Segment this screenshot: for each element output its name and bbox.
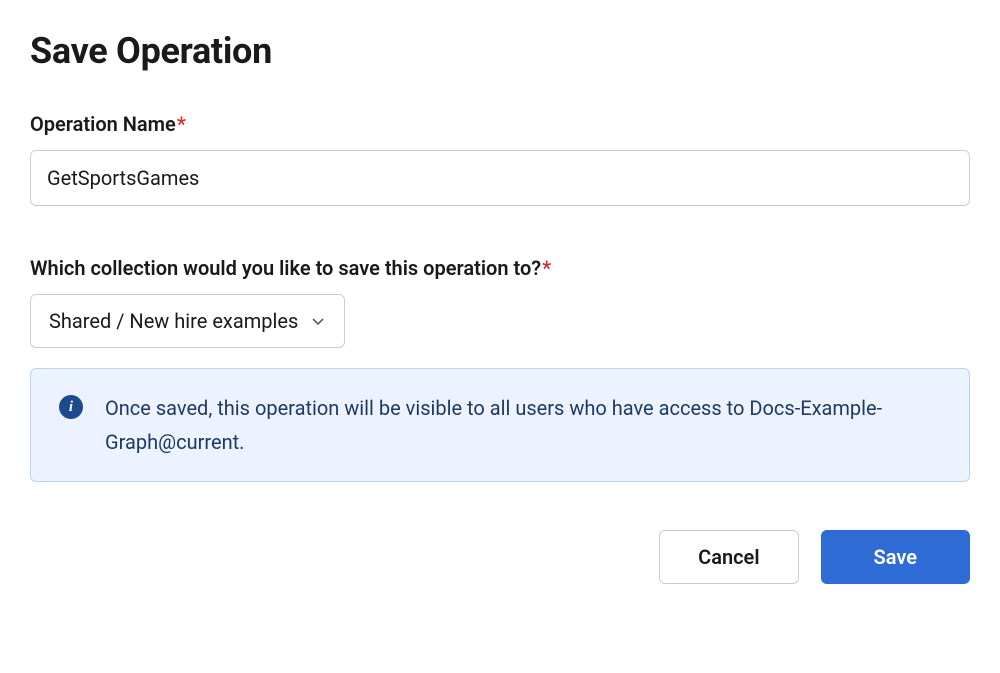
page-title: Save Operation	[30, 30, 970, 72]
operation-name-input[interactable]	[30, 150, 970, 206]
operation-name-label-text: Operation Name	[30, 112, 176, 136]
collection-selected-value: Shared / New hire examples	[49, 309, 298, 333]
info-banner: i Once saved, this operation will be vis…	[30, 368, 970, 482]
required-star-icon: *	[177, 112, 186, 136]
collection-label-text: Which collection would you like to save …	[30, 256, 541, 280]
collection-field-group: Which collection would you like to save …	[30, 256, 970, 482]
collection-label: Which collection would you like to save …	[30, 256, 970, 280]
button-row: Cancel Save	[30, 530, 970, 584]
info-banner-text: Once saved, this operation will be visib…	[105, 391, 941, 459]
operation-name-label: Operation Name*	[30, 112, 970, 136]
save-button[interactable]: Save	[821, 530, 970, 584]
cancel-button[interactable]: Cancel	[659, 530, 798, 584]
required-star-icon: *	[542, 256, 551, 280]
collection-select[interactable]: Shared / New hire examples	[30, 294, 345, 348]
chevron-down-icon	[310, 313, 326, 329]
info-icon: i	[59, 395, 83, 419]
operation-name-field-group: Operation Name*	[30, 112, 970, 206]
